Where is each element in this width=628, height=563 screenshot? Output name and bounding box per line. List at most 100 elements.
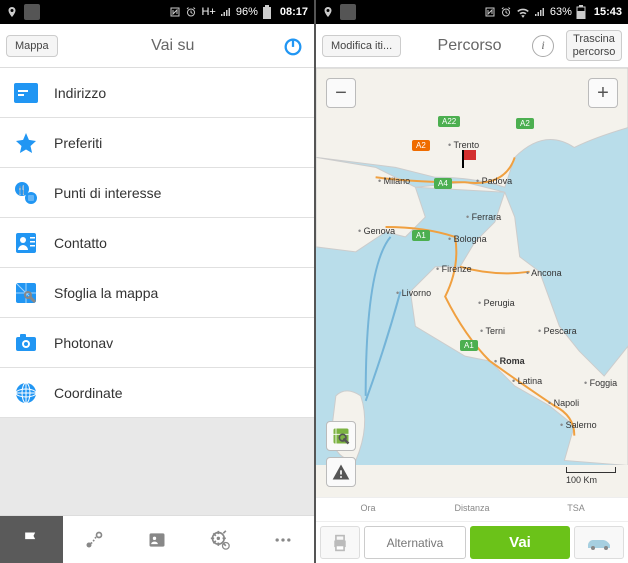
map-toolbox xyxy=(326,421,356,487)
menu-item-contact[interactable]: Contatto xyxy=(0,218,314,268)
alarm-icon xyxy=(185,6,197,18)
city-label: • Firenze xyxy=(436,264,472,274)
alarm-icon xyxy=(500,6,512,18)
map-illustration xyxy=(316,68,628,465)
info-button[interactable]: i xyxy=(532,35,554,57)
header-title: Vai su xyxy=(64,37,282,55)
app-icon xyxy=(340,4,356,20)
clock: 15:43 xyxy=(594,6,622,18)
browse-map-icon xyxy=(14,281,38,305)
battery-pct: 96% xyxy=(236,6,258,18)
tab-contact[interactable] xyxy=(126,516,189,563)
road-badge: A4 xyxy=(434,178,452,189)
app-icon xyxy=(24,4,40,20)
nfc-icon xyxy=(169,6,181,18)
layers-button[interactable] xyxy=(326,421,356,451)
alerts-button[interactable] xyxy=(326,457,356,487)
city-label: • Perugia xyxy=(478,298,515,308)
city-label: • Napoli xyxy=(548,398,579,408)
stat-tsa: TSA xyxy=(524,498,628,521)
battery-icon xyxy=(576,5,586,19)
road-badge: A2 xyxy=(412,140,430,151)
signal-icon xyxy=(534,6,546,18)
city-label: • Salerno xyxy=(560,420,597,430)
city-label: • Terni xyxy=(480,326,505,336)
city-label: • Livorno xyxy=(396,288,431,298)
city-label: • Ancona xyxy=(526,268,562,278)
menu-list: Indirizzo Preferiti 🍴 Punti di interesse… xyxy=(0,68,314,515)
menu-item-browse-map[interactable]: Sfoglia la mappa xyxy=(0,268,314,318)
city-label: • Ferrara xyxy=(466,212,501,222)
drag-route-button[interactable]: Trascina percorso xyxy=(566,30,622,60)
menu-item-favorites[interactable]: Preferiti xyxy=(0,118,314,168)
print-button[interactable] xyxy=(320,526,360,559)
city-label: • Latina xyxy=(512,376,542,386)
wifi-icon xyxy=(516,6,530,18)
battery-pct: 63% xyxy=(550,6,572,18)
menu-label: Sfoglia la mappa xyxy=(54,285,158,301)
menu-item-address[interactable]: Indirizzo xyxy=(0,68,314,118)
map-area[interactable]: − + • Milano• Trento• Padova• Genova• Fe… xyxy=(316,68,628,497)
vehicle-button[interactable] xyxy=(574,526,624,559)
header: Modifica iti... Percorso i Trascina perc… xyxy=(316,24,628,68)
map-scale: 100 Km xyxy=(566,467,616,485)
header: Mappa Vai su xyxy=(0,24,314,68)
status-bar: H+ 96% 08:17 xyxy=(0,0,314,24)
phone-left: H+ 96% 08:17 Mappa Vai su Indirizzo Pref… xyxy=(0,0,314,563)
action-bar: Alternativa Vai xyxy=(316,521,628,563)
globe-icon xyxy=(14,381,38,405)
zoom-in-button[interactable]: + xyxy=(588,78,618,108)
go-button[interactable]: Vai xyxy=(470,526,570,559)
menu-label: Preferiti xyxy=(54,135,102,151)
star-icon xyxy=(14,131,38,155)
location-icon xyxy=(322,6,334,18)
header-title: Percorso xyxy=(407,37,532,55)
tab-more[interactable] xyxy=(251,516,314,563)
stat-distance: Distanza xyxy=(420,498,524,521)
menu-label: Punti di interesse xyxy=(54,185,161,201)
menu-label: Coordinate xyxy=(54,385,123,401)
menu-item-photonav[interactable]: Photonav xyxy=(0,318,314,368)
poi-icon: 🍴 xyxy=(14,181,38,205)
city-label: • Genova xyxy=(358,226,395,236)
city-label: • Pescara xyxy=(538,326,577,336)
menu-item-poi[interactable]: 🍴 Punti di interesse xyxy=(0,168,314,218)
alternative-button[interactable]: Alternativa xyxy=(364,526,466,559)
city-label: • Padova xyxy=(476,176,512,186)
signal-icon xyxy=(220,6,232,18)
clock: 08:17 xyxy=(280,6,308,18)
power-icon[interactable] xyxy=(282,35,304,57)
tab-route[interactable] xyxy=(63,516,126,563)
camera-icon xyxy=(14,331,38,355)
route-stats: Ora Distanza TSA xyxy=(316,497,628,521)
city-label: • Bologna xyxy=(448,234,487,244)
location-icon xyxy=(6,6,18,18)
menu-label: Photonav xyxy=(54,335,113,351)
edit-route-button[interactable]: Modifica iti... xyxy=(322,35,401,57)
city-label: • Roma xyxy=(494,356,525,366)
net-label: H+ xyxy=(201,6,215,18)
menu-label: Contatto xyxy=(54,235,107,251)
tab-flag[interactable] xyxy=(0,516,63,563)
road-badge: A1 xyxy=(412,230,430,241)
city-label: • Foggia xyxy=(584,378,617,388)
phone-right: 63% 15:43 Modifica iti... Percorso i Tra… xyxy=(314,0,628,563)
svg-text:🍴: 🍴 xyxy=(16,184,27,196)
zoom-out-button[interactable]: − xyxy=(326,78,356,108)
stat-time: Ora xyxy=(316,498,420,521)
road-badge: A2 xyxy=(516,118,534,129)
status-bar: 63% 15:43 xyxy=(316,0,628,24)
road-badge: A22 xyxy=(438,116,460,127)
road-badge: A1 xyxy=(460,340,478,351)
menu-item-coordinates[interactable]: Coordinate xyxy=(0,368,314,418)
contact-icon xyxy=(14,231,38,255)
bottom-bar xyxy=(0,515,314,563)
map-button[interactable]: Mappa xyxy=(6,35,58,57)
address-icon xyxy=(14,81,38,105)
battery-icon xyxy=(262,5,272,19)
destination-flag[interactable] xyxy=(462,150,464,168)
city-label: • Trento xyxy=(448,140,479,150)
nfc-icon xyxy=(484,6,496,18)
menu-label: Indirizzo xyxy=(54,85,106,101)
tab-settings[interactable] xyxy=(188,516,251,563)
